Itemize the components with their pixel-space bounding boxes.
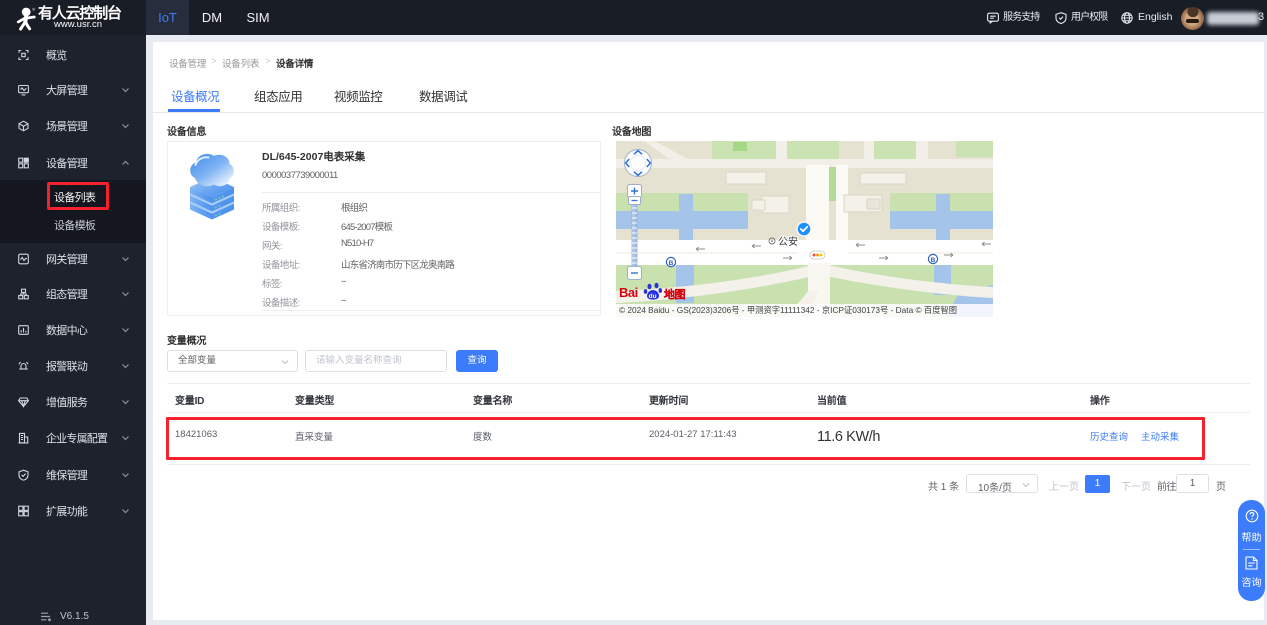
svg-text:© 2024 Baidu - GS(2023)3206号 -: © 2024 Baidu - GS(2023)3206号 - 甲测资字11111…: [619, 305, 957, 315]
svg-text:Bai: Bai: [619, 285, 638, 300]
svg-text:B: B: [669, 260, 674, 267]
svg-text:地图: 地图: [664, 287, 685, 301]
svg-text:公安: 公安: [778, 235, 798, 248]
svg-text:du: du: [649, 293, 657, 300]
svg-text:B: B: [931, 257, 936, 264]
